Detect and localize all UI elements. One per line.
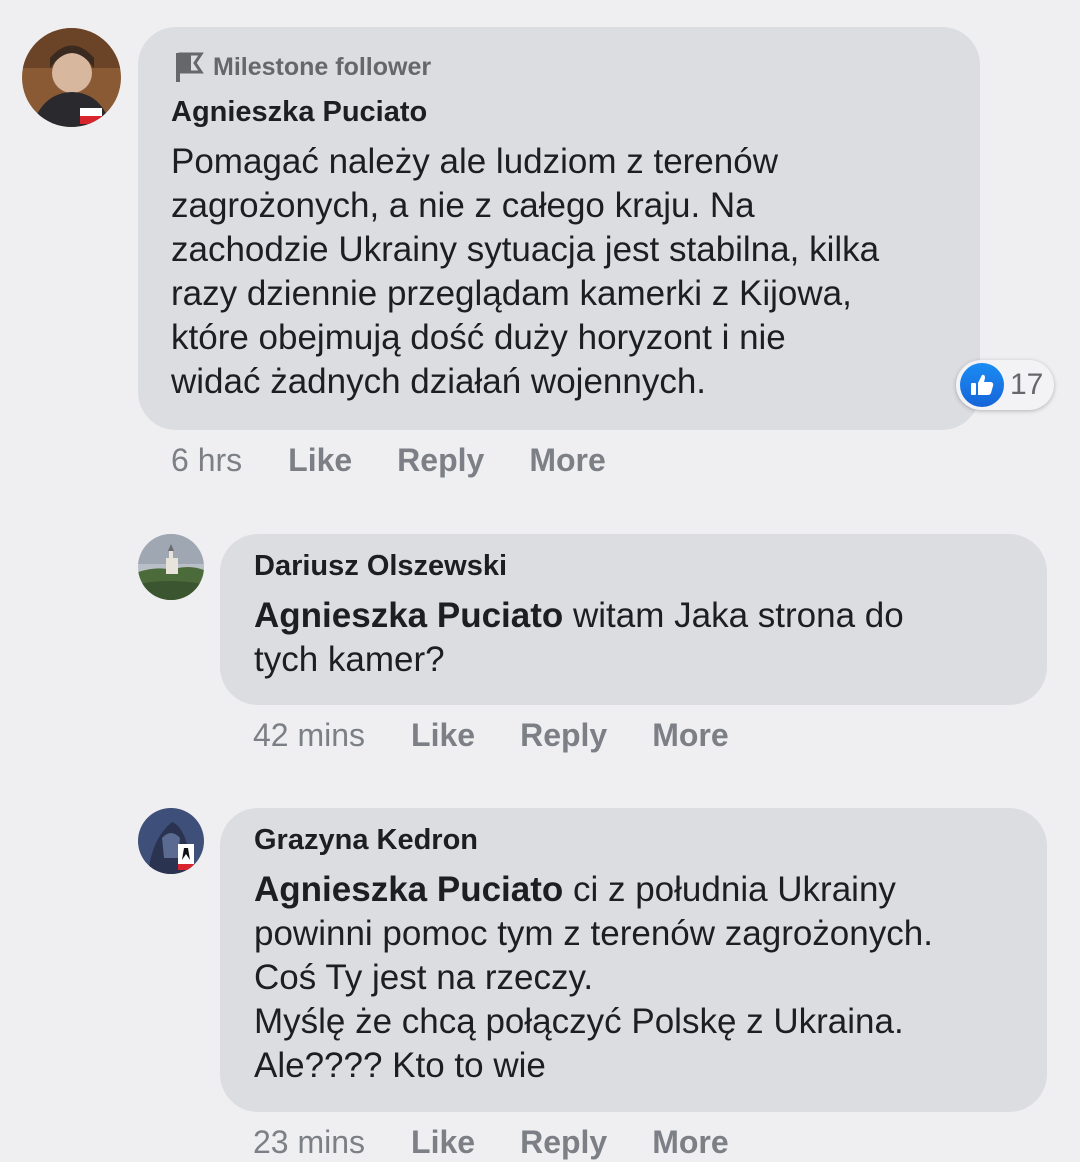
comment-actions: 23 mins Like Reply More: [253, 1122, 729, 1162]
like-button[interactable]: Like: [411, 1124, 475, 1161]
comment-grazyna: Grazyna Kedron Agnieszka Puciato ci z po…: [0, 0, 1080, 1162]
mention-tag[interactable]: Agnieszka Puciato: [254, 870, 563, 909]
comment-bubble[interactable]: Grazyna Kedron Agnieszka Puciato ci z po…: [220, 808, 1047, 1112]
comment-author[interactable]: Grazyna Kedron: [254, 822, 1017, 858]
reply-button[interactable]: Reply: [520, 1124, 607, 1161]
more-button[interactable]: More: [652, 1124, 728, 1161]
comment-text: Agnieszka Puciato ci z południa Ukrainy …: [254, 868, 1017, 1088]
avatar-grazyna[interactable]: [138, 808, 204, 874]
timestamp[interactable]: 23 mins: [253, 1124, 365, 1161]
